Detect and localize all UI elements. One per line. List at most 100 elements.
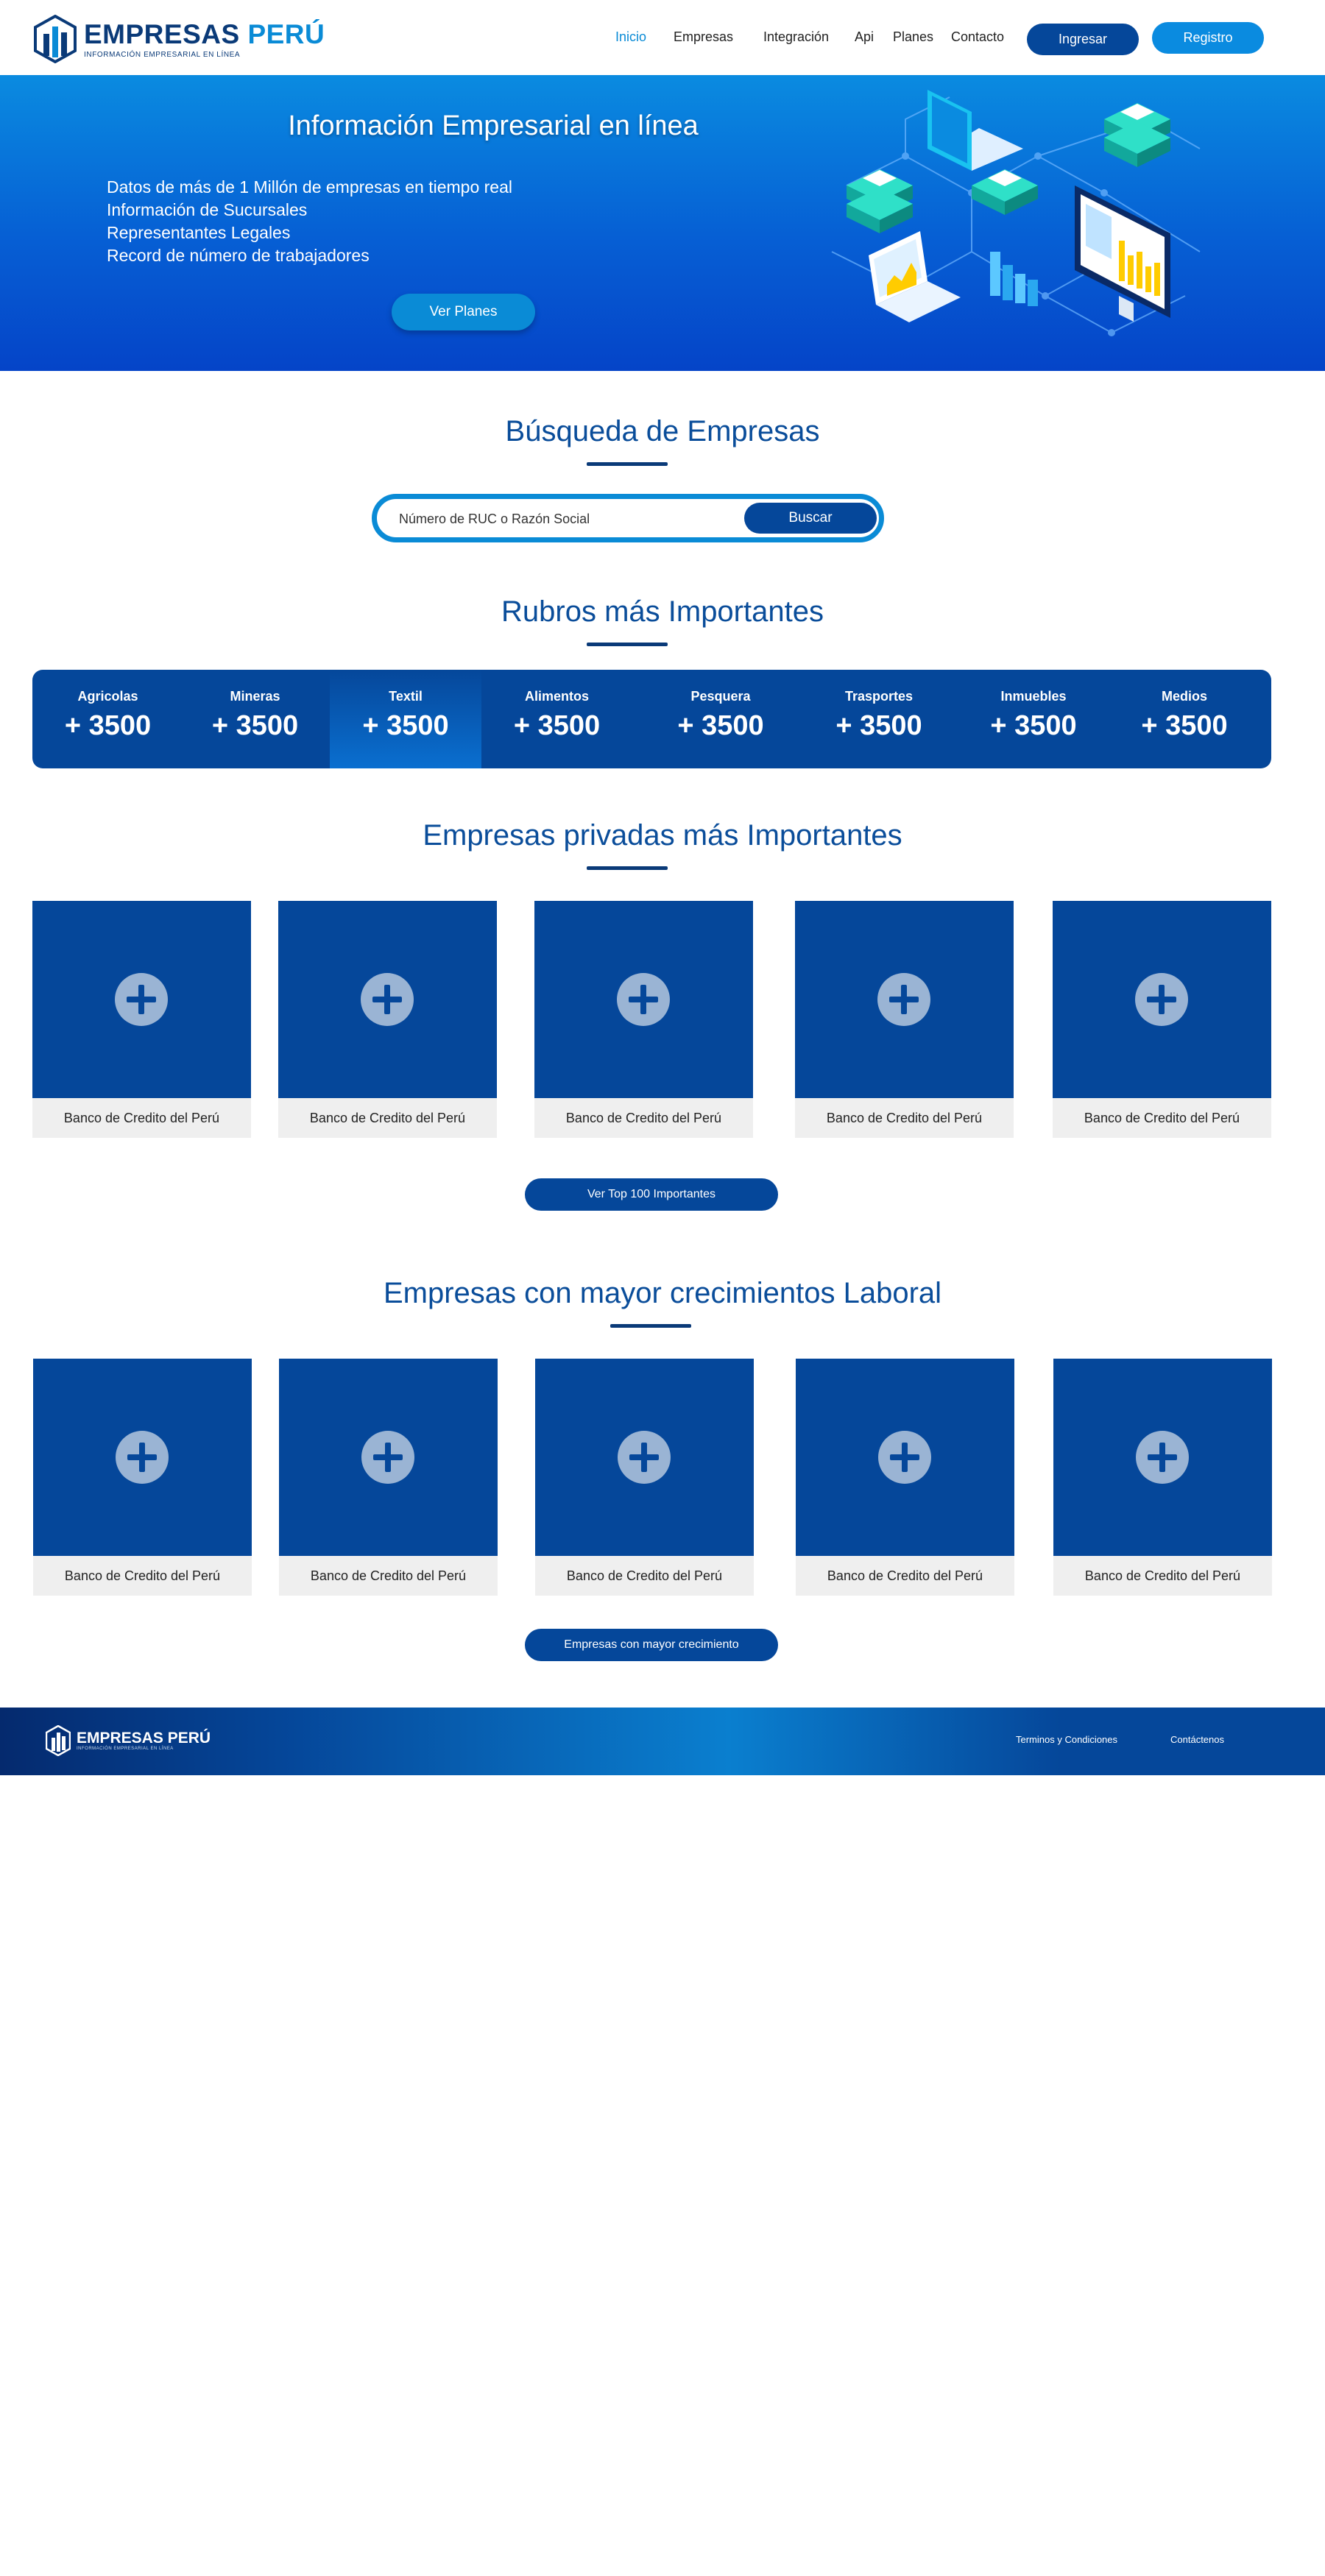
category-name: Mineras	[230, 689, 280, 704]
company-name: Banco de Credito del Perú	[63, 1110, 220, 1125]
search-input[interactable]	[399, 506, 723, 531]
view-plans-button[interactable]: Ver Planes	[392, 294, 535, 330]
plus-icon[interactable]	[361, 1431, 414, 1484]
plus-icon[interactable]	[618, 1431, 671, 1484]
title-underline	[610, 1324, 691, 1328]
category-item[interactable]: Mineras + 3500	[180, 670, 331, 768]
private-companies-title: Empresas privadas más Importantes	[423, 819, 902, 852]
footer-logo-subtitle: INFORMACIÓN EMPRESARIAL EN LÍNEA	[77, 1747, 174, 1751]
category-count: + 3500	[835, 710, 922, 741]
hero-banner: Información Empresarial en línea Datos d…	[0, 75, 1325, 371]
category-item[interactable]: Alimentos + 3500	[481, 670, 632, 768]
category-name: Inmuebles	[1000, 689, 1067, 704]
company-card[interactable]: Banco de Credito del Perú	[1053, 1359, 1272, 1596]
company-card-image	[279, 1359, 498, 1556]
title-underline	[587, 643, 668, 646]
category-count: + 3500	[513, 710, 601, 741]
company-name: Banco de Credito del Perú	[566, 1568, 723, 1583]
database-stack-icon	[972, 169, 1038, 215]
hero-feature-list: Datos de más de 1 Millón de empresas en …	[107, 176, 512, 267]
footer-link-contact[interactable]: Contáctenos	[1170, 1734, 1224, 1745]
footer-logo-title: EMPRESAS PERÚ	[77, 1730, 211, 1747]
nav-empresas[interactable]: Empresas	[674, 29, 733, 45]
company-card[interactable]: Banco de Credito del Perú	[32, 901, 251, 1138]
view-top-100-button[interactable]: Ver Top 100 Importantes	[525, 1178, 778, 1211]
category-item[interactable]: Pesquera + 3500	[643, 670, 798, 768]
database-stack-icon	[1104, 103, 1170, 167]
company-card[interactable]: Banco de Credito del Perú	[278, 901, 497, 1138]
footer-link-terms[interactable]: Terminos y Condiciones	[1016, 1734, 1117, 1745]
company-name: Banco de Credito del Perú	[64, 1568, 221, 1583]
login-button[interactable]: Ingresar	[1027, 24, 1139, 55]
company-card-image	[1053, 1359, 1272, 1556]
category-name: Pesquera	[690, 689, 751, 704]
laptop-chart-icon	[869, 231, 961, 322]
category-name: Textil	[389, 689, 423, 704]
company-card[interactable]: Banco de Credito del Perú	[534, 901, 753, 1138]
company-name: Banco de Credito del Perú	[309, 1110, 466, 1125]
site-footer: EMPRESAS PERÚ INFORMACIÓN EMPRESARIAL EN…	[0, 1708, 1325, 1775]
plus-icon[interactable]	[1136, 1431, 1189, 1484]
company-name: Banco de Credito del Perú	[310, 1568, 467, 1583]
nav-contacto[interactable]: Contacto	[951, 29, 1004, 45]
nav-planes[interactable]: Planes	[893, 29, 933, 45]
title-underline	[587, 866, 668, 870]
company-card-image	[796, 1359, 1014, 1556]
category-count: + 3500	[677, 710, 764, 741]
category-name: Trasportes	[844, 689, 914, 704]
category-count: + 3500	[362, 710, 449, 741]
plus-icon[interactable]	[361, 973, 414, 1026]
plus-icon[interactable]	[115, 973, 168, 1026]
nav-api[interactable]: Api	[855, 29, 874, 45]
database-stack-icon	[847, 169, 913, 233]
search-button[interactable]: Buscar	[744, 503, 877, 534]
plus-icon[interactable]	[116, 1431, 169, 1484]
monitor-chart-icon	[1075, 185, 1170, 322]
company-card[interactable]: Banco de Credito del Perú	[279, 1359, 498, 1596]
plus-icon[interactable]	[617, 973, 670, 1026]
company-name: Banco de Credito del Perú	[827, 1568, 983, 1583]
hero-illustration	[831, 90, 1201, 336]
category-item[interactable]: Textil + 3500	[330, 670, 481, 768]
company-card[interactable]: Banco de Credito del Perú	[795, 901, 1014, 1138]
logo-subtitle: INFORMACIÓN EMPRESARIAL EN LÍNEA	[84, 50, 241, 59]
growth-companies-title: Empresas con mayor crecimientos Laboral	[383, 1277, 942, 1309]
category-bar: Agricolas + 3500 Mineras + 3500 Textil +…	[32, 670, 1271, 768]
company-card[interactable]: Banco de Credito del Perú	[535, 1359, 754, 1596]
company-card-image	[1053, 901, 1271, 1098]
category-count: + 3500	[64, 710, 152, 741]
company-card-image	[795, 901, 1014, 1098]
footer-logo[interactable]: EMPRESAS PERÚ INFORMACIÓN EMPRESARIAL EN…	[46, 1725, 211, 1756]
hero-feature-item: Record de número de trabajadores	[107, 246, 370, 265]
plus-icon[interactable]	[1135, 973, 1188, 1026]
category-item[interactable]: Trasportes + 3500	[802, 670, 956, 768]
bar-chart-icon	[990, 252, 1038, 306]
hero-feature-item: Representantes Legales	[107, 223, 291, 242]
categories-section-title: Rubros más Importantes	[501, 595, 824, 628]
company-card[interactable]: Banco de Credito del Perú	[33, 1359, 252, 1596]
plus-icon[interactable]	[877, 973, 930, 1026]
nav-integracion[interactable]: Integración	[763, 29, 829, 45]
company-name: Banco de Credito del Perú	[565, 1110, 722, 1125]
nav-inicio[interactable]: Inicio	[615, 29, 646, 45]
category-item[interactable]: Medios + 3500	[1107, 670, 1262, 768]
growth-companies-button[interactable]: Empresas con mayor crecimiento	[525, 1629, 778, 1661]
plus-icon[interactable]	[878, 1431, 931, 1484]
company-card[interactable]: Banco de Credito del Perú	[796, 1359, 1014, 1596]
site-header: EMPRESAS PERÚ INFORMACIÓN EMPRESARIAL EN…	[0, 0, 1325, 75]
category-item[interactable]: Agricolas + 3500	[32, 670, 183, 768]
company-card[interactable]: Banco de Credito del Perú	[1053, 901, 1271, 1138]
category-name: Alimentos	[524, 689, 589, 704]
company-card-image	[278, 901, 497, 1098]
building-logo-icon	[46, 1725, 71, 1756]
search-section-title: Búsqueda de Empresas	[505, 415, 820, 447]
category-item[interactable]: Inmuebles + 3500	[956, 670, 1111, 768]
register-button[interactable]: Registro	[1152, 22, 1264, 54]
hero-feature-item: Datos de más de 1 Millón de empresas en …	[107, 177, 513, 197]
category-name: Agricolas	[77, 689, 138, 704]
title-underline	[587, 462, 668, 466]
category-count: + 3500	[1141, 710, 1228, 741]
company-name: Banco de Credito del Perú	[1084, 1568, 1241, 1583]
category-name: Medios	[1161, 689, 1207, 704]
company-card-image	[534, 901, 753, 1098]
